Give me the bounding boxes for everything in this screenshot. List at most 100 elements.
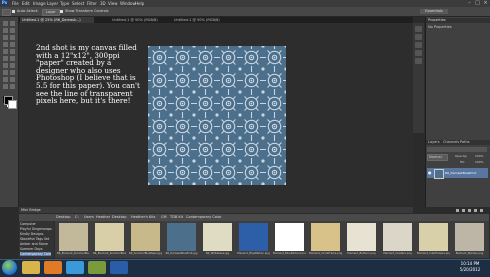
canvas-annotation: 2nd shot is my canvas filled with a 12"x… bbox=[36, 43, 140, 106]
opacity-value[interactable]: 100% bbox=[475, 154, 484, 159]
system-clock[interactable]: 10:14 PM 5/20/2012 bbox=[452, 261, 488, 273]
damask-paper-canvas[interactable] bbox=[148, 46, 286, 185]
properties-panel-header[interactable]: Properties bbox=[426, 18, 490, 23]
files-icon[interactable] bbox=[88, 261, 106, 274]
auto-select-dropdown[interactable]: Layer bbox=[42, 9, 60, 16]
path-segment[interactable]: TDB Kit bbox=[170, 214, 183, 221]
thumbnail-item[interactable]: Element_CircleFrame.png bbox=[309, 222, 342, 258]
thumbnail-label: Element_CircleFrame.png bbox=[309, 252, 342, 255]
thumbnail-item[interactable]: Element_Stamps.png bbox=[453, 222, 486, 258]
thumbnail-image bbox=[239, 223, 268, 251]
menu-view[interactable]: View bbox=[108, 0, 118, 7]
thumbnail-label: Element_BlueRibbon.png bbox=[237, 252, 270, 255]
show-transform-checkbox[interactable] bbox=[60, 10, 63, 13]
move-tool-icon[interactable] bbox=[2, 9, 11, 16]
minimize-icon[interactable]: – bbox=[466, 0, 473, 6]
thumbnail-item[interactable]: Element_BlueRibbon2.png bbox=[273, 222, 306, 258]
auto-select-checkbox[interactable] bbox=[12, 10, 15, 13]
layer-action-icons[interactable] bbox=[455, 198, 487, 212]
path-segment[interactable]: Heather's Kits bbox=[131, 214, 155, 221]
path-segment[interactable]: C: bbox=[75, 214, 79, 221]
thumbnail-label: R6_Element_SummerBlu... bbox=[57, 252, 90, 255]
paragraph-icon[interactable] bbox=[415, 58, 422, 64]
path-segment[interactable]: Heather bbox=[96, 214, 110, 221]
swatches-icon[interactable] bbox=[415, 34, 422, 40]
thumbnail-item[interactable]: Element_BlueRibbon.png bbox=[237, 222, 270, 258]
thumbnail-item[interactable]: R6_Element_SummerBlu... bbox=[57, 222, 90, 258]
thumbnail-image bbox=[95, 223, 124, 251]
tab-layers[interactable]: Layers bbox=[428, 140, 440, 145]
align-buttons[interactable] bbox=[112, 9, 192, 23]
thumbnail-label: Element_BlueRibbon2.png bbox=[273, 252, 306, 255]
path-segment[interactable]: CM bbox=[161, 214, 166, 221]
eye-icon[interactable]: ● bbox=[428, 169, 432, 177]
thumbnail-item[interactable]: R6_SummerBluePaper.jpg bbox=[129, 222, 162, 258]
photoshop-icon[interactable] bbox=[110, 261, 128, 274]
background-color-swatch[interactable] bbox=[8, 100, 17, 109]
thumbnail-image bbox=[275, 223, 304, 251]
start-button-icon[interactable] bbox=[2, 260, 17, 275]
thumbnail-item[interactable]: Element_Clusters.png bbox=[381, 222, 414, 258]
thumbnail-image bbox=[347, 223, 376, 251]
fill-value[interactable]: 100% bbox=[475, 160, 484, 165]
layer-name[interactable]: R6_DamaskBluePrint bbox=[445, 169, 487, 177]
media-player-icon[interactable] bbox=[44, 261, 62, 274]
menu-filter[interactable]: Filter bbox=[87, 0, 97, 7]
blend-mode-dropdown[interactable]: Normal bbox=[427, 154, 448, 161]
folder-item[interactable]: Computer bbox=[20, 222, 36, 226]
thumbnail-label: R6_DamaskBluePrint.jpg bbox=[165, 252, 198, 255]
path-segment[interactable]: Users bbox=[84, 214, 94, 221]
chrome-icon[interactable] bbox=[66, 261, 84, 274]
menu-type[interactable]: Type bbox=[60, 0, 69, 7]
tab-paths[interactable]: Paths bbox=[460, 140, 470, 145]
character-icon[interactable] bbox=[415, 50, 422, 56]
mini-bridge-title[interactable]: Mini Bridge bbox=[21, 207, 41, 213]
menu-window[interactable]: Window bbox=[120, 0, 136, 7]
properties-empty-text: No Properties bbox=[428, 25, 452, 29]
explorer-icon[interactable] bbox=[22, 261, 40, 274]
path-segment[interactable]: Contemporary Color bbox=[186, 214, 221, 221]
menu-3d[interactable]: 3D bbox=[100, 0, 106, 7]
menu-help[interactable]: Help bbox=[135, 0, 144, 7]
opacity-label: Opacity: bbox=[455, 154, 468, 158]
thumbnail-label: R6_Whitebase.jpg bbox=[205, 252, 230, 255]
thumbnail-label: R6_Element_SummerBlue... bbox=[93, 252, 126, 255]
folder-item[interactable]: Amber and Stone bbox=[20, 242, 48, 246]
menu-image[interactable]: Image bbox=[33, 0, 46, 7]
folder-item[interactable]: Stonefish Tags Set bbox=[20, 237, 49, 241]
thumbnail-image bbox=[383, 223, 412, 251]
close-icon[interactable]: × bbox=[482, 0, 489, 6]
fill-label: Fill: bbox=[460, 160, 466, 164]
thumbnail-label: Element_Stamps.png bbox=[455, 252, 484, 255]
thumbnail-item[interactable]: R6_Element_SummerBlue... bbox=[93, 222, 126, 258]
thumbnail-item[interactable]: Element_Button1.png bbox=[345, 222, 378, 258]
path-segment[interactable]: Desktop bbox=[112, 214, 126, 221]
tab-channels[interactable]: Channels bbox=[443, 140, 459, 145]
layer-filter-bar[interactable] bbox=[427, 147, 487, 152]
maximize-icon[interactable]: □ bbox=[474, 0, 481, 6]
thumbnail-image bbox=[59, 223, 88, 251]
folder-item[interactable]: Summer Days bbox=[20, 247, 43, 251]
folder-item-selected[interactable]: Contemporary Colo bbox=[20, 252, 51, 256]
folder-item[interactable]: Playful Gingersnaps bbox=[20, 227, 52, 231]
menu-file[interactable]: File bbox=[12, 0, 19, 7]
thumbnail-image bbox=[455, 223, 484, 251]
workspace-switcher[interactable]: Essentials bbox=[420, 9, 448, 14]
history-icon[interactable] bbox=[415, 26, 422, 32]
path-segment[interactable]: Desktop bbox=[56, 214, 70, 221]
menu-edit[interactable]: Edit bbox=[22, 0, 30, 7]
folder-item[interactable]: Kindly Designs bbox=[20, 232, 43, 236]
menu-select[interactable]: Select bbox=[72, 0, 84, 7]
layer-thumbnail bbox=[434, 169, 444, 179]
menu-layer[interactable]: Layer bbox=[47, 0, 58, 7]
thumbnail-image bbox=[131, 223, 160, 251]
brush-icon[interactable] bbox=[415, 42, 422, 48]
thumbnail-item[interactable]: R6_Whitebase.jpg bbox=[201, 222, 234, 258]
thumbnail-item[interactable]: R6_DamaskBluePrint.jpg bbox=[165, 222, 198, 258]
thumbnail-label: R6_SummerBluePaper.jpg bbox=[129, 252, 162, 255]
show-transform-label: Show Transform Controls bbox=[65, 9, 109, 13]
thumbnail-image bbox=[167, 223, 196, 251]
thumbnail-label: Element_Button1.png bbox=[347, 252, 376, 255]
thumbnail-label: Element_CuteFlowers.png bbox=[417, 252, 450, 255]
thumbnail-item[interactable]: Element_CuteFlowers.png bbox=[417, 222, 450, 258]
